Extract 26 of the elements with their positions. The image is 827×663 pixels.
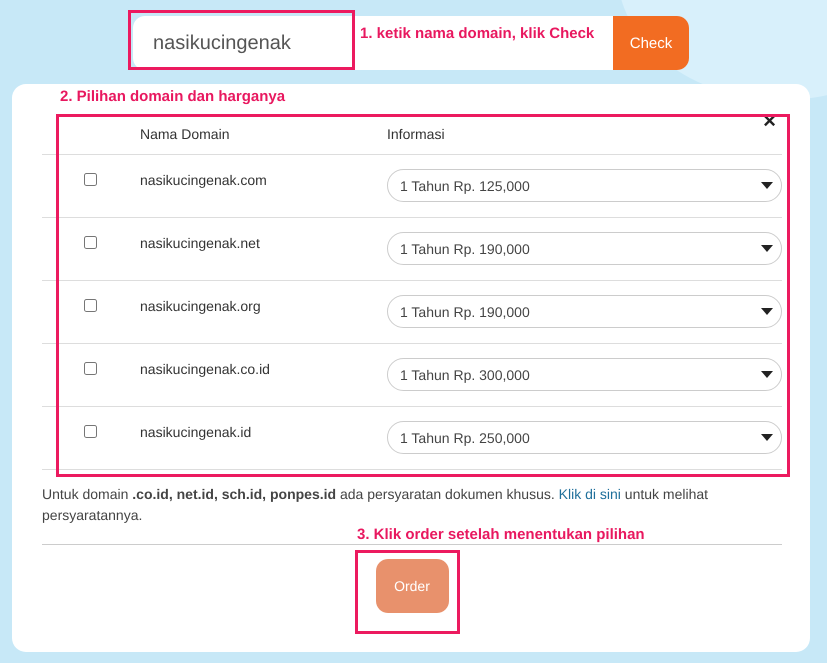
caret-icon [761, 371, 773, 378]
price-dropdown[interactable]: 1 Tahun Rp. 190,000 [387, 295, 782, 328]
price-dropdown[interactable]: 1 Tahun Rp. 300,000 [387, 358, 782, 391]
caret-icon [761, 245, 773, 252]
domain-name: nasikucingenak.com [140, 172, 267, 188]
domain-name: nasikucingenak.net [140, 235, 260, 251]
caret-icon [761, 434, 773, 441]
domain-checkbox[interactable] [84, 425, 97, 438]
price-dropdown[interactable]: 1 Tahun Rp. 125,000 [387, 169, 782, 202]
price-dropdown[interactable]: 1 Tahun Rp. 190,000 [387, 232, 782, 265]
price-dropdown[interactable]: 1 Tahun Rp. 250,000 [387, 421, 782, 454]
annotation-label: 3. Klik order setelah menentukan pilihan [357, 526, 645, 543]
domain-checkbox[interactable] [84, 236, 97, 249]
domain-name: nasikucingenak.co.id [140, 361, 270, 377]
domain-checkbox[interactable] [84, 173, 97, 186]
caret-icon [761, 308, 773, 315]
domain-name: nasikucingenak.org [140, 298, 261, 314]
domain-name: nasikucingenak.id [140, 424, 252, 440]
annotation-label: 1. ketik nama domain, klik Check [360, 25, 594, 42]
domain-checkbox[interactable] [84, 362, 97, 375]
column-header: Nama Domain [140, 126, 230, 142]
annotation-label: 2. Pilihan domain dan harganya [60, 88, 286, 105]
column-header: Informasi [387, 126, 446, 142]
caret-icon [761, 182, 773, 189]
domain-checkbox[interactable] [84, 299, 97, 312]
requirements-link[interactable]: Klik di sini [558, 486, 621, 502]
